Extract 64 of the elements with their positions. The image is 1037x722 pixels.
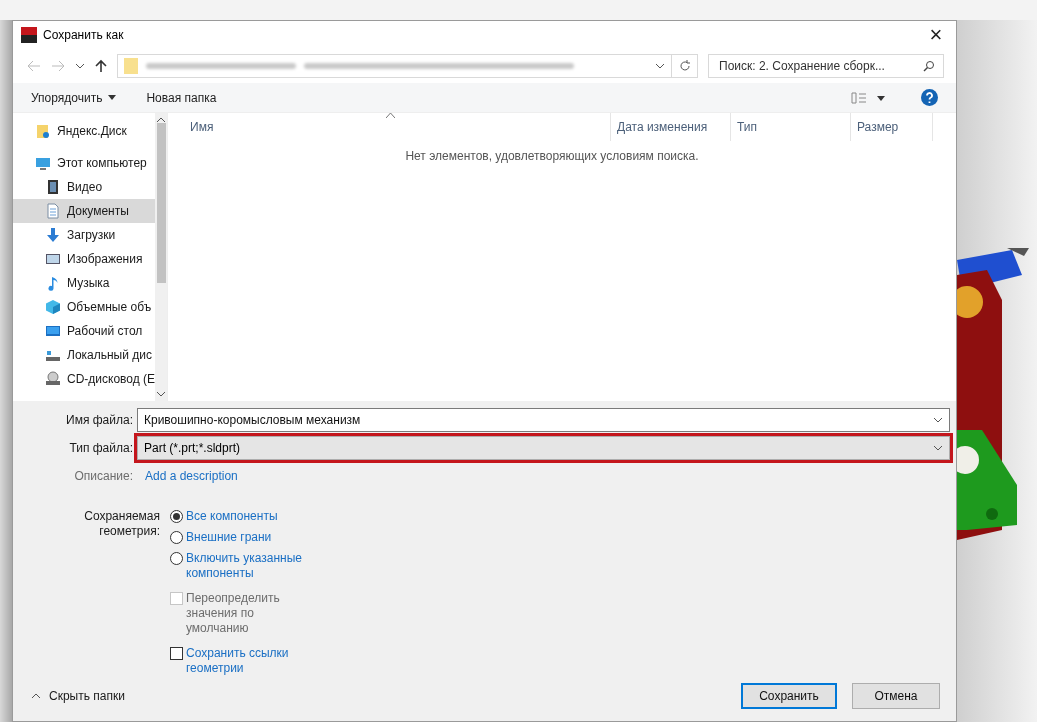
organize-menu-button[interactable]: Упорядочить — [31, 90, 117, 105]
download-arrow-icon — [45, 227, 61, 243]
sidebar-item[interactable]: Объемные объ — [13, 295, 156, 319]
cube-icon — [45, 299, 61, 315]
desktop-icon — [45, 323, 61, 339]
sidebar-item[interactable]: Этот компьютер — [13, 151, 156, 175]
sidebar-item[interactable]: Видео — [13, 175, 156, 199]
cancel-button[interactable]: Отмена — [852, 683, 940, 709]
scrollbar-thumb[interactable] — [156, 123, 166, 283]
window-title: Сохранить как — [43, 28, 125, 42]
disc-drive-icon — [45, 371, 61, 387]
radio-option[interactable]: Включить указанные компоненты — [170, 551, 310, 581]
radio-button[interactable] — [170, 510, 183, 523]
sidebar-item[interactable]: Музыка — [13, 271, 156, 295]
sidebar-item[interactable]: CD-дисковод (E — [13, 367, 156, 391]
search-icon — [923, 60, 935, 72]
add-description-link[interactable]: Add a description — [145, 469, 238, 483]
help-icon[interactable] — [921, 89, 938, 106]
chevron-down-icon[interactable] — [933, 445, 943, 451]
recent-dropdown-icon[interactable] — [75, 63, 85, 69]
scroll-up-icon[interactable] — [156, 117, 167, 123]
search-field[interactable]: Поиск: 2. Сохранение сборк... — [708, 54, 944, 78]
file-type-dropdown[interactable]: Part (*.prt;*.sldprt) — [137, 436, 950, 460]
checkbox[interactable] — [170, 647, 183, 660]
radio-option[interactable]: Все компоненты — [170, 509, 310, 524]
refresh-icon — [678, 60, 691, 72]
column-header[interactable]: Размер — [851, 113, 933, 141]
file-name-field[interactable]: Кривошипно-коромысловым механизм — [137, 408, 950, 432]
save-button[interactable]: Сохранить — [741, 683, 837, 709]
app-logo-icon — [21, 27, 37, 43]
geometry-label: Сохраняемая геометрия: — [83, 509, 161, 540]
column-header[interactable]: Дата изменения — [611, 113, 731, 141]
hide-folders-button[interactable]: Скрыть папки — [25, 688, 131, 704]
radio-option[interactable]: Внешние грани — [170, 530, 310, 545]
radio-button[interactable] — [170, 531, 183, 544]
scroll-down-icon[interactable] — [156, 391, 167, 397]
radio-button[interactable] — [170, 552, 183, 565]
column-header[interactable]: Имя — [184, 113, 611, 141]
field-label: Тип файла: — [68, 441, 134, 455]
empty-message: Нет элементов, удовлетворяющих условиям поиска. — [404, 149, 700, 163]
film-icon — [45, 179, 61, 195]
sidebar-item[interactable]: Изображения — [13, 247, 156, 271]
up-arrow-icon[interactable] — [95, 59, 107, 73]
column-header[interactable]: Тип — [731, 113, 851, 141]
sidebar-item[interactable]: Загрузки — [13, 223, 156, 247]
new-folder-button[interactable]: Новая папка — [146, 90, 217, 105]
caret-icon — [108, 95, 117, 100]
image-icon — [45, 251, 61, 267]
folder-icon — [35, 123, 51, 139]
checkbox-option[interactable]: Сохранить ссылки геометрии — [170, 646, 310, 676]
document-icon — [45, 203, 61, 219]
close-button[interactable]: × — [916, 21, 956, 49]
chevron-up-icon — [31, 693, 41, 699]
sidebar-item[interactable]: Яндекс.Диск — [13, 119, 156, 143]
sidebar-item[interactable]: Локальный дис — [13, 343, 156, 367]
sidebar-item[interactable]: Документы — [13, 199, 156, 223]
field-label: Имя файла: — [65, 413, 134, 427]
chevron-down-icon[interactable] — [655, 63, 665, 69]
folder-icon — [124, 58, 138, 74]
monitor-icon — [35, 155, 51, 171]
chevron-down-icon[interactable] — [933, 417, 943, 423]
field-label: Описание: — [73, 469, 134, 483]
sidebar-item[interactable]: Рабочий стол — [13, 319, 156, 343]
refresh-button[interactable] — [672, 54, 698, 78]
